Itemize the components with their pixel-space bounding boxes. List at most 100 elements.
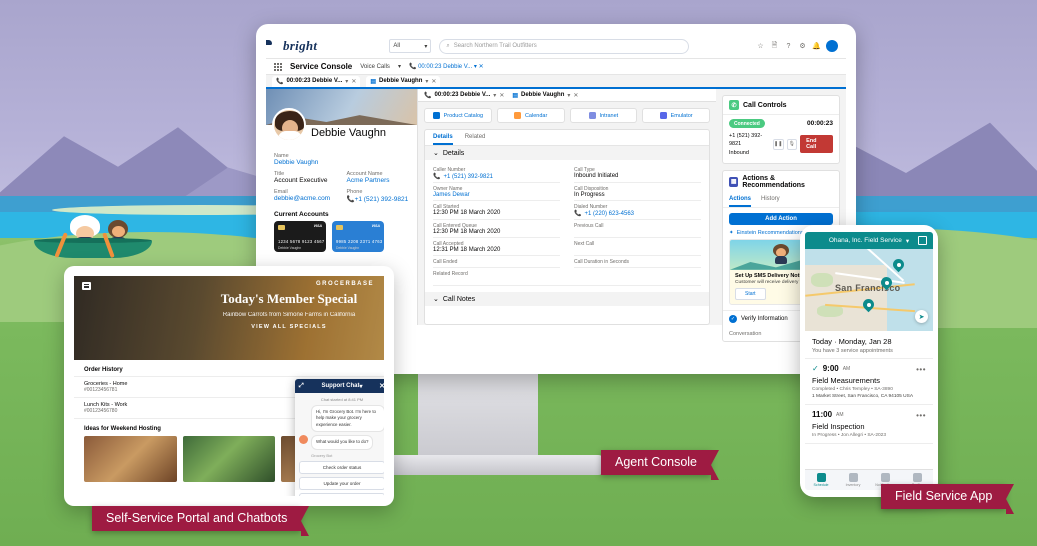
chevron-down-icon[interactable]: ▾ xyxy=(906,237,909,245)
idea-tile[interactable] xyxy=(84,436,177,482)
pause-icon[interactable]: ❚❚ xyxy=(772,138,784,150)
subtab-contact[interactable]: ▤ Debbie Vaughn ▾ ✕ xyxy=(512,92,578,99)
nav-schedule[interactable]: Schedule xyxy=(805,470,837,490)
call-controls-title: Call Controls xyxy=(743,101,787,109)
locate-me-icon[interactable]: ➤ xyxy=(915,310,928,323)
overflow-menu-icon[interactable]: ••• xyxy=(916,411,926,420)
call-notes-section[interactable]: ⌄ Call Notes xyxy=(425,292,709,306)
close-icon[interactable]: ✕ xyxy=(379,382,384,390)
workspace-tab-contact[interactable]: ▤ Debbie Vaughn ▾ ✕ xyxy=(366,75,441,87)
calendar-icon xyxy=(513,112,521,119)
nav-chevron-icon[interactable]: ▾ xyxy=(398,63,401,70)
quick-action-emulator[interactable]: Emulator xyxy=(642,108,710,123)
tab-history[interactable]: History xyxy=(761,196,780,207)
field-value-title: Account Executive xyxy=(274,177,328,184)
tab-actions[interactable]: Actions xyxy=(729,196,752,207)
card-holder: Debbie Vaughn xyxy=(278,246,302,250)
hamburger-menu-icon[interactable] xyxy=(82,282,91,290)
top-call-tab[interactable]: 📞 00:00:23 Debbie V... ▾ ✕ xyxy=(409,63,484,70)
tab-details[interactable]: Details xyxy=(433,134,453,145)
chat-bot-message: Hi, I'm Grocery Bot. I'm here to help ma… xyxy=(311,405,384,433)
today-summary: Today · Monday, Jan 28 You have 3 servic… xyxy=(805,331,933,359)
setup-gear-icon[interactable]: ⚙ xyxy=(798,42,807,51)
map-pin[interactable] xyxy=(890,256,907,273)
favorites-icon[interactable]: ☆ xyxy=(756,42,765,51)
close-icon[interactable]: ✕ xyxy=(431,78,436,85)
close-icon[interactable]: ✕ xyxy=(351,78,356,85)
map-pin[interactable] xyxy=(860,296,877,313)
inner-subtabs: 📞 00:00:23 Debbie V... ▾ ✕ ▤ Debbie Vaughn… xyxy=(418,89,716,102)
global-search-input[interactable]: ⌕ Search Northern Trail Outfitters xyxy=(439,38,690,54)
field-app-title: Ohana, Inc. Field Service xyxy=(828,237,902,244)
recommendation-start-button[interactable]: Start xyxy=(735,287,766,300)
field-value-account[interactable]: Acme Partners xyxy=(347,177,410,184)
workspace-tab-call[interactable]: 📞 00:00:23 Debbie V... ▾ ✕ xyxy=(272,75,361,87)
detail-field: Dialed Number 📞 +1 (220) 623-4563 xyxy=(574,201,701,220)
help-icon[interactable]: ? xyxy=(784,42,793,51)
details-card: Details Related ⌄ Details Caller Number 📞… xyxy=(424,129,710,325)
credit-card-1[interactable]: VISA 1234 5678 9123 4567 Debbie Vaughn xyxy=(274,221,326,252)
mute-icon[interactable]: 🎙 xyxy=(786,138,798,150)
hero-title: Today's Member Special xyxy=(220,291,358,306)
chevron-down-icon[interactable]: ▾ xyxy=(359,383,362,390)
details-section-header[interactable]: ⌄ Details xyxy=(425,146,709,160)
app-launcher-icon[interactable] xyxy=(274,62,282,71)
console-global-header: bright All ▾ ⌕ Search Northern Trail Out… xyxy=(266,34,846,59)
emulator-icon xyxy=(659,112,667,119)
map-view[interactable]: San Francisco ➤ xyxy=(805,249,933,331)
quick-action-intranet[interactable]: Intranet xyxy=(569,108,638,123)
chevron-down-icon[interactable]: ▾ xyxy=(493,92,496,99)
quick-reply-check-order-status[interactable]: Check order status xyxy=(299,460,384,474)
appointment-meta: In Progress • Jon Allegri • SA-2023 xyxy=(812,433,887,438)
credit-card-2[interactable]: VISA 9985 2208 2371 4763 Debbie Vaughn xyxy=(332,221,384,252)
chevron-down-icon[interactable]: ▾ xyxy=(567,92,570,99)
quick-action-calendar[interactable]: Calendar xyxy=(496,108,565,123)
app-name: Service Console xyxy=(290,62,353,71)
card-number: 9985 2208 2371 4763 xyxy=(336,239,383,244)
detail-field: Call Entered Queue 12:30 PM 18 March 2020 xyxy=(433,220,560,238)
field-value-name[interactable]: Debbie Vaughn xyxy=(274,159,409,166)
appointment-title: Field Measurements xyxy=(812,376,880,385)
chevron-down-icon[interactable]: ▾ xyxy=(425,78,428,85)
monitor-stand xyxy=(418,374,538,460)
map-pin[interactable] xyxy=(878,274,895,291)
search-scope-select[interactable]: All ▾ xyxy=(389,39,432,53)
today-subtitle: You have 3 service appointments xyxy=(812,348,893,354)
notifications-bell-icon[interactable]: 🔔 xyxy=(812,42,821,51)
chevron-down-icon: ▾ xyxy=(424,43,428,50)
check-icon: ✓ xyxy=(812,364,819,373)
phone-icon: 📞 xyxy=(276,78,284,85)
quick-reply-update-your-order[interactable]: Update your order xyxy=(299,476,384,490)
detail-field: Owner Name James Dewar xyxy=(433,183,560,201)
close-icon[interactable]: ✕ xyxy=(573,92,578,99)
field-value-phone[interactable]: 📞+1 (521) 392-9821 xyxy=(347,195,410,203)
canoe-illustration xyxy=(30,215,160,263)
call-record-panel: 📞 00:00:23 Debbie V... ▾ ✕ ▤ Debbie Vaughn… xyxy=(418,89,716,325)
tab-related[interactable]: Related xyxy=(465,134,486,145)
close-icon[interactable]: ✕ xyxy=(499,92,504,99)
label-field-service-app: Field Service App xyxy=(881,484,1015,514)
minimize-icon[interactable]: ⤢ xyxy=(299,383,304,390)
label-self-service-portal: Self-Service Portal and Chatbots xyxy=(92,506,310,536)
subtab-call[interactable]: 📞 00:00:23 Debbie V... ▾ ✕ xyxy=(424,92,504,99)
appointment-item[interactable]: ••• 11:00 AM Field Inspection In Progres… xyxy=(805,405,933,444)
idea-tile[interactable] xyxy=(182,436,276,482)
console-workspace-tabs: 📞 00:00:23 Debbie V... ▾ ✕ ▤ Debbie Vaughn… xyxy=(266,75,846,89)
field-value-email[interactable]: debbie@acme.com xyxy=(274,195,337,202)
hero-subtitle: Rainbow Carrots from Simone Farms in Cal… xyxy=(222,311,356,318)
appointment-item[interactable]: ••• ✓ 9:00 AM Field Measurements Complet… xyxy=(805,359,933,405)
history-icon[interactable]: 🗎 xyxy=(770,42,779,51)
end-call-button[interactable]: End Call xyxy=(800,135,833,154)
contact-icon: ▤ xyxy=(370,78,377,85)
support-chat-widget: ⤢ Support Chat ▾ ✕ Chat started at 8:41 … xyxy=(295,379,384,496)
quick-action-product-catalog[interactable]: Product Catalog xyxy=(424,108,492,123)
calendar-icon[interactable] xyxy=(918,236,927,245)
call-timer: 00:00:23 xyxy=(806,120,833,127)
add-action-button[interactable]: Add Action xyxy=(729,212,833,225)
user-avatar[interactable] xyxy=(826,40,838,52)
nav-inventory[interactable]: Inventory xyxy=(837,470,869,490)
nav-tab-voice-calls[interactable]: Voice Calls xyxy=(360,64,390,70)
chevron-down-icon[interactable]: ▾ xyxy=(345,78,348,85)
view-all-specials-link[interactable]: VIEW ALL SPECIALS xyxy=(204,324,374,330)
overflow-menu-icon[interactable]: ••• xyxy=(916,365,926,374)
